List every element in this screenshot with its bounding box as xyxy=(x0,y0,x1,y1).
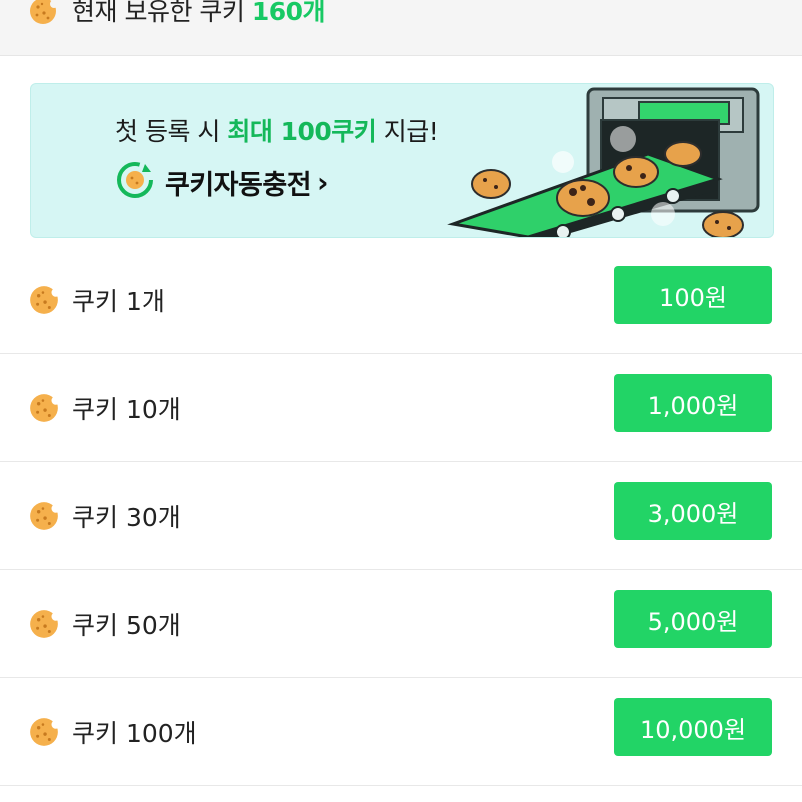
product-row: 쿠키 50개 5,000원 xyxy=(0,570,802,678)
buy-button-30[interactable]: 3,000원 xyxy=(614,482,772,540)
buy-button-10[interactable]: 1,000원 xyxy=(614,374,772,432)
cookie-icon xyxy=(28,608,60,644)
owned-count: 160개 xyxy=(251,0,326,26)
auto-charge-icon xyxy=(115,160,155,204)
banner-headline-prefix: 첫 등록 시 xyxy=(115,117,220,146)
buy-button-100[interactable]: 10,000원 xyxy=(614,698,772,756)
product-row: 쿠키 30개 3,000원 xyxy=(0,462,802,570)
cookie-icon xyxy=(28,0,58,30)
buy-button-50[interactable]: 5,000원 xyxy=(614,590,772,648)
cookie-icon xyxy=(28,392,60,428)
product-label: 쿠키 50개 xyxy=(72,611,181,640)
banner-headline: 첫 등록 시 최대 100쿠키 지급! xyxy=(115,112,439,148)
product-row: 쿠키 100개 10,000원 xyxy=(0,678,802,786)
auto-charge-link[interactable]: 쿠키자동충전 › xyxy=(115,162,329,202)
owned-cookies-bar: 현재 보유한 쿠키 160개 xyxy=(0,0,802,56)
product-row: 쿠키 1개 100원 xyxy=(0,246,802,354)
chevron-right-icon: › xyxy=(317,165,329,199)
product-row: 쿠키 10개 1,000원 xyxy=(0,354,802,462)
cookie-icon xyxy=(28,716,60,752)
product-label: 쿠키 10개 xyxy=(72,395,181,424)
cookie-icon xyxy=(28,284,60,320)
auto-charge-banner[interactable]: 첫 등록 시 최대 100쿠키 지급! 쿠키자동충전 › xyxy=(30,83,774,238)
auto-charge-label: 쿠키자동충전 xyxy=(165,169,312,201)
banner-headline-highlight: 최대 100쿠키 xyxy=(227,117,377,146)
cookie-oven-illustration xyxy=(447,87,760,237)
product-label: 쿠키 30개 xyxy=(72,503,181,532)
owned-label: 현재 보유한 쿠키 xyxy=(72,0,245,26)
banner-headline-suffix: 지급! xyxy=(383,117,439,146)
product-label: 쿠키 100개 xyxy=(72,719,197,748)
owned-cookies-text: 현재 보유한 쿠키 160개 xyxy=(72,0,326,28)
cookie-icon xyxy=(28,500,60,536)
buy-button-1[interactable]: 100원 xyxy=(614,266,772,324)
product-label: 쿠키 1개 xyxy=(72,287,165,316)
